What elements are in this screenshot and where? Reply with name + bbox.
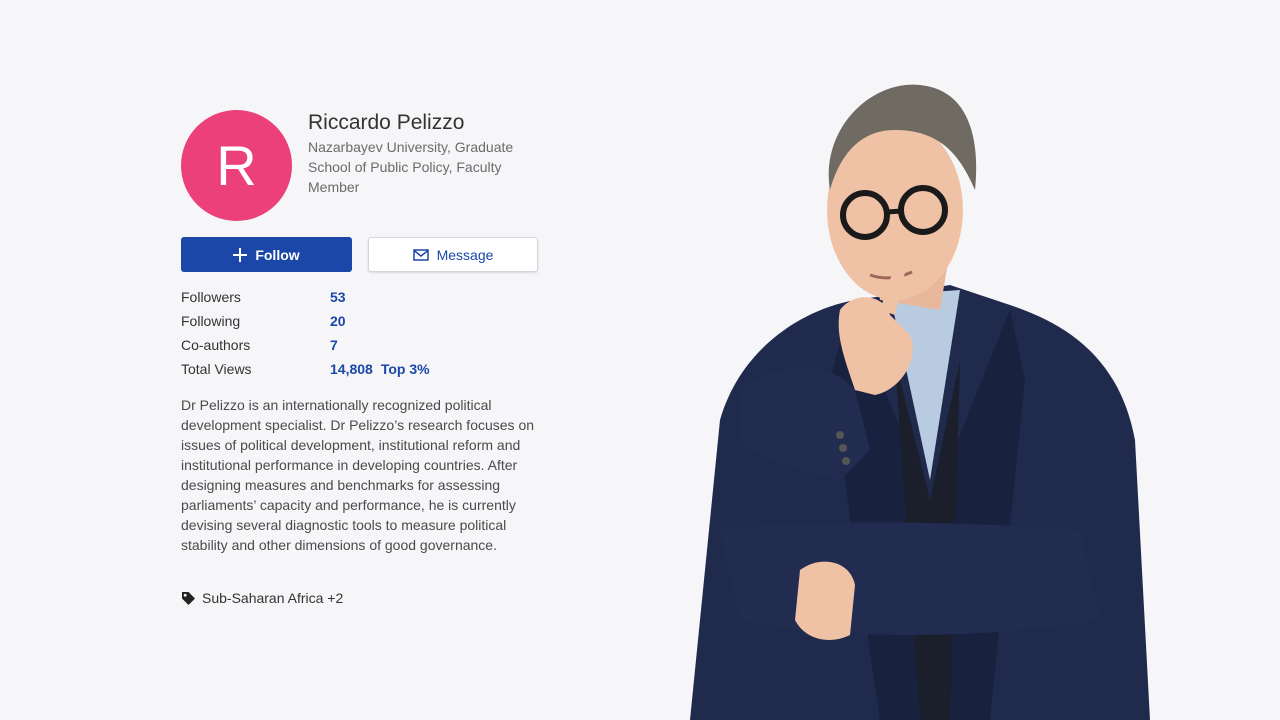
total-views-value: 14,808: [330, 361, 373, 377]
stats-list: Followers 53 Following 20 Co-authors 7 T…: [181, 287, 481, 383]
avatar: R: [181, 110, 292, 221]
avatar-initial: R: [216, 133, 257, 197]
stat-row-followers[interactable]: Followers 53: [181, 287, 481, 311]
views-rank-badge: Top 3%: [380, 361, 430, 377]
profile-page: R Riccardo Pelizzo Nazarbayev University…: [0, 0, 1280, 720]
stat-row-following[interactable]: Following 20: [181, 311, 481, 335]
stat-label: Followers: [181, 289, 241, 305]
stat-label: Following: [181, 313, 241, 329]
profile-bio: Dr Pelizzo is an internationally recogni…: [181, 397, 535, 553]
tag-label: Sub-Saharan Africa +2: [202, 590, 344, 606]
research-tags[interactable]: Sub-Saharan Africa +2: [181, 590, 343, 606]
follow-button-label: Follow: [255, 246, 300, 263]
stat-value[interactable]: 20: [330, 313, 346, 329]
stat-row-coauthors[interactable]: Co-authors 7: [181, 335, 481, 359]
tag-icon: [181, 591, 196, 606]
stat-value-views: 14,808 Top 3%: [330, 361, 430, 377]
message-button-label: Message: [436, 246, 494, 263]
stat-row-total-views: Total Views 14,808 Top 3%: [181, 359, 481, 383]
stat-label: Co-authors: [181, 337, 251, 353]
profile-name: Riccardo Pelizzo: [308, 111, 465, 134]
stat-label: Total Views: [181, 361, 252, 377]
envelope-icon: [412, 248, 429, 261]
message-button[interactable]: Message: [368, 237, 538, 272]
plus-icon: [233, 247, 248, 262]
stat-value[interactable]: 7: [330, 337, 338, 353]
portrait-photo: [690, 84, 1150, 720]
follow-button[interactable]: Follow: [181, 237, 352, 272]
profile-affiliation: Nazarbayev University, Graduate School o…: [308, 139, 514, 195]
stat-value[interactable]: 53: [330, 289, 346, 305]
